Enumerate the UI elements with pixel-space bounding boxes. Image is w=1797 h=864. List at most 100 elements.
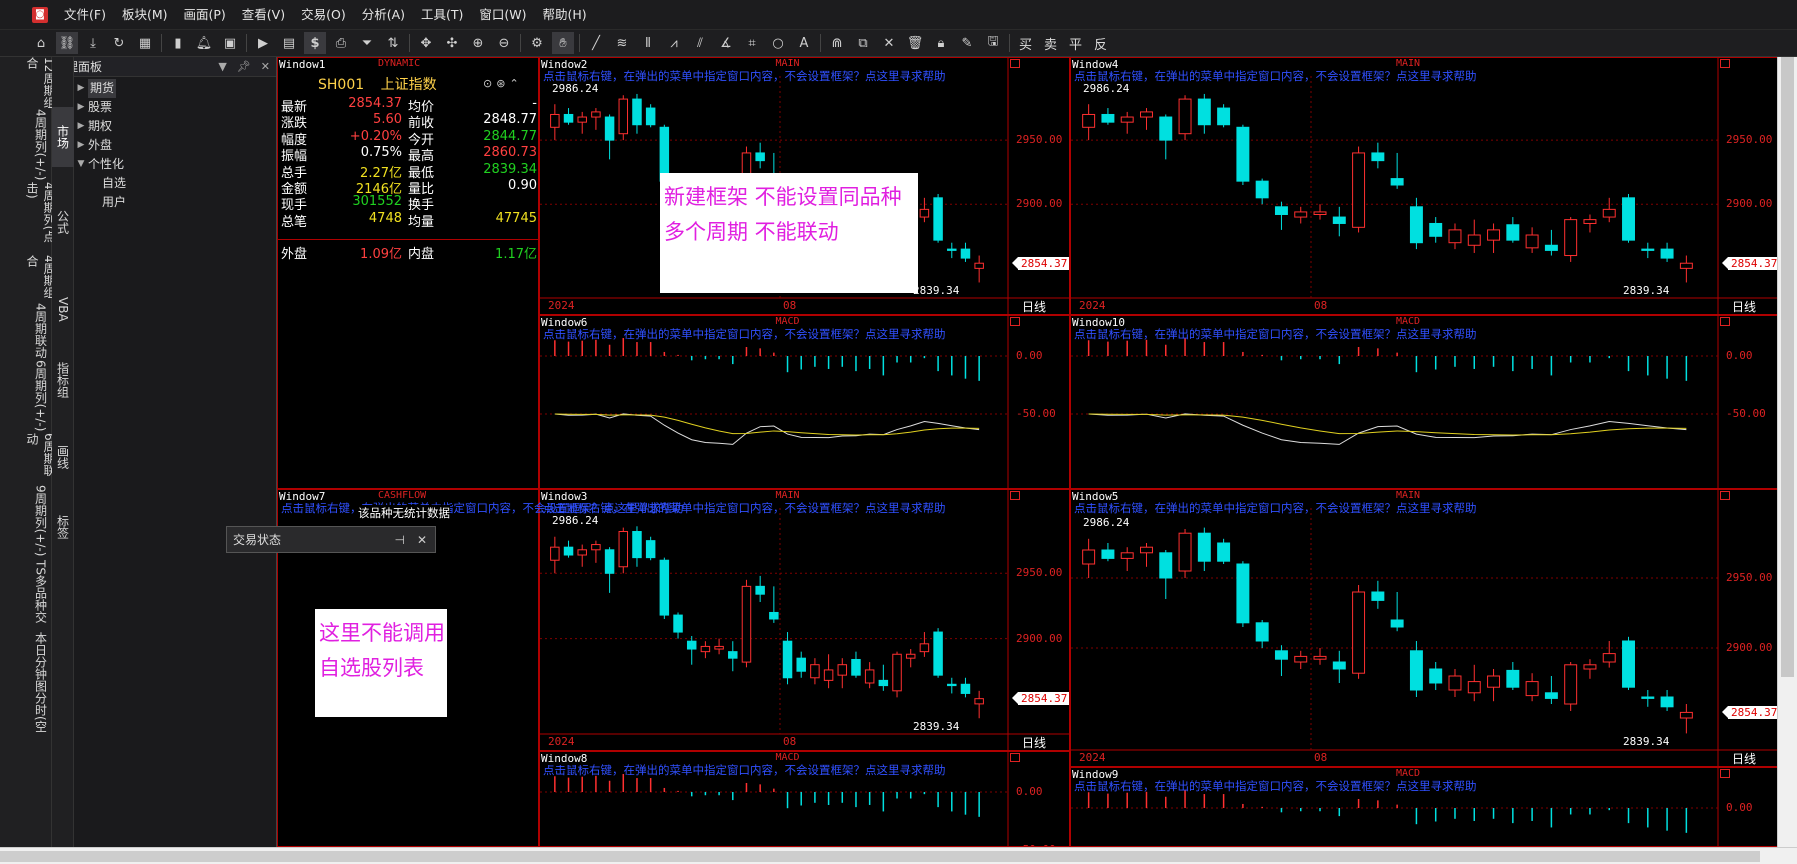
layout-tab[interactable]: 6周期联动 bbox=[0, 433, 56, 485]
candle[interactable] bbox=[1294, 650, 1308, 669]
home-icon[interactable]: ⌂ bbox=[30, 32, 52, 54]
candle[interactable] bbox=[604, 114, 615, 160]
candle[interactable] bbox=[1255, 620, 1269, 648]
panel-tab[interactable]: 画线 bbox=[52, 432, 74, 482]
candle[interactable] bbox=[618, 527, 629, 574]
candle[interactable] bbox=[1525, 227, 1539, 253]
pin-icon[interactable]: ⊣ bbox=[394, 533, 404, 547]
expand-icon[interactable]: ▼ bbox=[74, 155, 88, 174]
copy-icon[interactable]: ⧉ bbox=[852, 32, 874, 54]
maximize-icon[interactable] bbox=[1010, 491, 1020, 500]
document-icon[interactable]: ▤ bbox=[278, 32, 300, 54]
candle[interactable] bbox=[1120, 547, 1134, 571]
candle[interactable] bbox=[1197, 93, 1211, 134]
candle[interactable] bbox=[933, 628, 943, 678]
layout-tab[interactable]: 本日分钟图 bbox=[0, 632, 52, 692]
candle[interactable] bbox=[1159, 114, 1173, 160]
maximize-icon[interactable] bbox=[1010, 753, 1020, 762]
settings-small-icon[interactable]: ⊛ bbox=[496, 77, 505, 90]
settings-icon[interactable]: ⚙ bbox=[526, 32, 548, 54]
close-icon[interactable]: ✕ bbox=[261, 60, 270, 73]
print-icon[interactable]: ⎙ bbox=[330, 32, 352, 54]
macd-window[interactable]: Window9 MACD 点击鼠标右键，在弹出的菜单中指定窗口内容，不会设置框架？点… bbox=[1070, 767, 1780, 847]
period-label[interactable]: 日线 bbox=[1022, 734, 1046, 750]
candle[interactable] bbox=[1217, 104, 1231, 128]
tree-node[interactable]: 自选 bbox=[74, 174, 274, 193]
macd-window[interactable]: Window8 MACD 点击鼠标右键，在弹出的菜单中指定窗口内容，不会设置框架？点… bbox=[539, 751, 1070, 847]
candle[interactable] bbox=[1641, 242, 1655, 259]
close-icon[interactable]: ✕ bbox=[417, 533, 427, 547]
candle[interactable] bbox=[604, 547, 615, 593]
menu-item[interactable]: 查看(V) bbox=[234, 0, 293, 30]
candle[interactable] bbox=[1294, 206, 1308, 224]
candle[interactable] bbox=[1487, 669, 1501, 702]
candle[interactable] bbox=[1525, 673, 1539, 702]
tree-node[interactable]: ▶ 股票 bbox=[74, 98, 274, 117]
maximize-icon[interactable] bbox=[1010, 317, 1020, 326]
candle[interactable] bbox=[659, 557, 670, 619]
layout-tab[interactable]: 4周期组合 bbox=[0, 255, 56, 303]
tree-node[interactable]: ▶ 外盘 bbox=[74, 136, 274, 155]
angle-icon[interactable]: ∡ bbox=[715, 32, 737, 54]
candle[interactable] bbox=[1332, 206, 1346, 237]
menu-item[interactable]: 文件(F) bbox=[56, 0, 114, 30]
candle[interactable] bbox=[974, 690, 984, 719]
help-hint[interactable]: 点击鼠标右键，在弹出的菜单中指定窗口内容，不会设置框架？点这里寻求帮助 bbox=[543, 500, 946, 516]
collapse-up-icon[interactable]: ⌃ bbox=[509, 77, 518, 90]
candle[interactable] bbox=[1082, 104, 1096, 141]
candle[interactable] bbox=[1082, 538, 1096, 578]
candle[interactable] bbox=[645, 104, 656, 128]
candle[interactable] bbox=[1140, 108, 1153, 130]
chart-image-icon[interactable]: ▣ bbox=[219, 32, 241, 54]
candle[interactable] bbox=[1679, 255, 1693, 283]
panel-tab[interactable]: 标签 bbox=[52, 502, 74, 552]
candle[interactable] bbox=[1506, 662, 1520, 690]
hand-icon[interactable]: ✋︎ bbox=[552, 32, 574, 54]
candlestick-chart[interactable] bbox=[1071, 58, 1780, 315]
candle[interactable] bbox=[1660, 242, 1674, 262]
candle[interactable] bbox=[1583, 214, 1597, 233]
text-icon[interactable]: A bbox=[793, 32, 815, 54]
macd-window[interactable]: Window6 MACD 点击鼠标右键，在弹出的菜单中指定窗口内容，不会设置框架？点… bbox=[539, 315, 1070, 489]
trade-button[interactable]: 平 bbox=[1063, 34, 1088, 53]
menu-item[interactable]: 帮助(H) bbox=[535, 0, 595, 30]
refresh-icon[interactable]: ↻ bbox=[108, 32, 130, 54]
layout-tab[interactable]: 12周期组合 bbox=[0, 57, 56, 109]
candle[interactable] bbox=[1313, 648, 1327, 665]
candle[interactable] bbox=[1236, 124, 1250, 185]
candle[interactable] bbox=[1660, 690, 1674, 711]
candle[interactable] bbox=[1140, 543, 1153, 567]
zoom-out-icon[interactable]: ⊖ bbox=[493, 32, 515, 54]
candle[interactable] bbox=[1429, 662, 1443, 690]
menu-item[interactable]: 画面(P) bbox=[176, 0, 234, 30]
help-hint[interactable]: 点击鼠标右键，在弹出的菜单中指定窗口内容，不会设置框架？点这里寻求帮助 bbox=[1074, 778, 1477, 794]
layout-tab[interactable]: 4周期列(点击) bbox=[0, 182, 56, 255]
candle[interactable] bbox=[837, 658, 848, 689]
candle[interactable] bbox=[1622, 636, 1635, 690]
candle[interactable] bbox=[1641, 690, 1655, 707]
help-hint[interactable]: 点击鼠标右键，在弹出的菜单中指定窗口内容，不会设置框架？点这里寻求帮助 bbox=[1074, 68, 1477, 84]
layout-tab[interactable]: 6周期列(+/-) bbox=[0, 360, 52, 433]
candle[interactable] bbox=[1159, 550, 1173, 599]
candle[interactable] bbox=[1178, 529, 1192, 578]
candle[interactable] bbox=[1390, 152, 1404, 189]
candle[interactable] bbox=[1467, 664, 1481, 702]
channel-icon[interactable]: ⦀ bbox=[637, 32, 659, 54]
pin-icon[interactable]: 📌︎ bbox=[237, 60, 251, 73]
candle[interactable] bbox=[1544, 229, 1558, 256]
panel-tab[interactable]: 市场 bbox=[52, 107, 74, 167]
maximize-icon[interactable] bbox=[1010, 59, 1020, 68]
panel-tab[interactable]: 公式 bbox=[52, 197, 74, 247]
candle[interactable] bbox=[905, 649, 916, 668]
help-hint[interactable]: 点击鼠标右键，在弹出的菜单中指定窗口内容，不会设置框架？点这里寻求帮助 bbox=[543, 68, 946, 84]
candle[interactable] bbox=[960, 677, 971, 698]
candle[interactable] bbox=[1197, 527, 1211, 571]
candle[interactable] bbox=[947, 242, 957, 259]
help-hint[interactable]: 点击鼠标右键，在弹出的菜单中指定窗口内容，不会设置框架？点这里寻求帮助 bbox=[543, 326, 946, 342]
candle[interactable] bbox=[1544, 676, 1558, 704]
candle[interactable] bbox=[1467, 219, 1481, 253]
candle[interactable] bbox=[577, 111, 587, 134]
bell-icon[interactable]: 🔔︎ bbox=[193, 32, 215, 54]
download-icon[interactable]: ⤓ bbox=[82, 32, 104, 54]
candle[interactable] bbox=[632, 526, 642, 567]
